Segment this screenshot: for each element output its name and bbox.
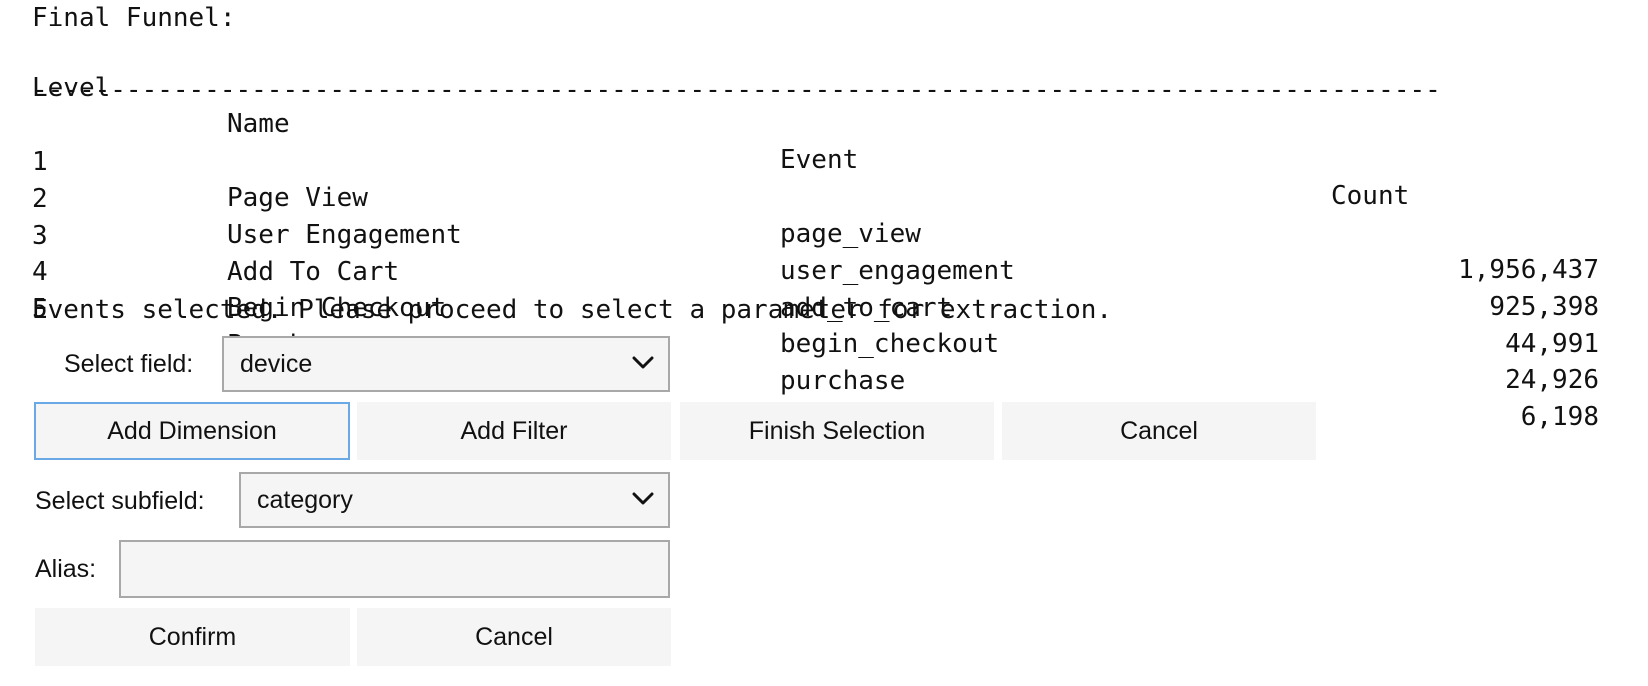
- subfield-select[interactable]: category: [239, 472, 670, 528]
- field-select[interactable]: device: [222, 336, 670, 392]
- field-select-value: device: [240, 350, 313, 378]
- finish-selection-button[interactable]: Finish Selection: [680, 402, 994, 460]
- table-row: 5 Purchase purchase 6,198: [0, 255, 1648, 432]
- add-dimension-button[interactable]: Add Dimension: [34, 402, 350, 460]
- select-field-label: Select field:: [64, 350, 194, 378]
- select-subfield-label: Select subfield:: [35, 487, 205, 515]
- subfield-select-value: category: [257, 486, 353, 514]
- funnel-title: Final Funnel:: [32, 3, 236, 33]
- funnel-header-row: Level Name Event Count: [0, 34, 1648, 211]
- row-event: purchase: [780, 366, 906, 396]
- alias-label: Alias:: [35, 555, 97, 583]
- chevron-down-icon: [632, 492, 654, 505]
- cancel-alias-button[interactable]: Cancel: [357, 608, 671, 666]
- alias-input[interactable]: [119, 540, 670, 598]
- funnel-separator: ----------------------------------------…: [32, 75, 1441, 105]
- table-row: 1 Page View page_view 1,956,437: [0, 108, 1648, 285]
- row-count: 44,991: [1505, 329, 1599, 359]
- table-row: 3 Add To Cart add_to_cart 44,991: [0, 182, 1648, 359]
- table-row: 2 User Engagement user_engagement 925,39…: [0, 145, 1648, 322]
- cancel-button[interactable]: Cancel: [1002, 402, 1316, 460]
- table-row: 4 Begin Checkout begin_checkout 24,926: [0, 218, 1648, 395]
- row-count: 6,198: [1520, 402, 1599, 432]
- status-message: Events selected. Please proceed to selec…: [32, 295, 1113, 325]
- row-count: 925,398: [1489, 292, 1599, 322]
- chevron-down-icon: [632, 356, 654, 369]
- row-event: begin_checkout: [780, 329, 1000, 359]
- confirm-button[interactable]: Confirm: [35, 608, 350, 666]
- add-filter-button[interactable]: Add Filter: [357, 402, 671, 460]
- row-count: 24,926: [1505, 365, 1599, 395]
